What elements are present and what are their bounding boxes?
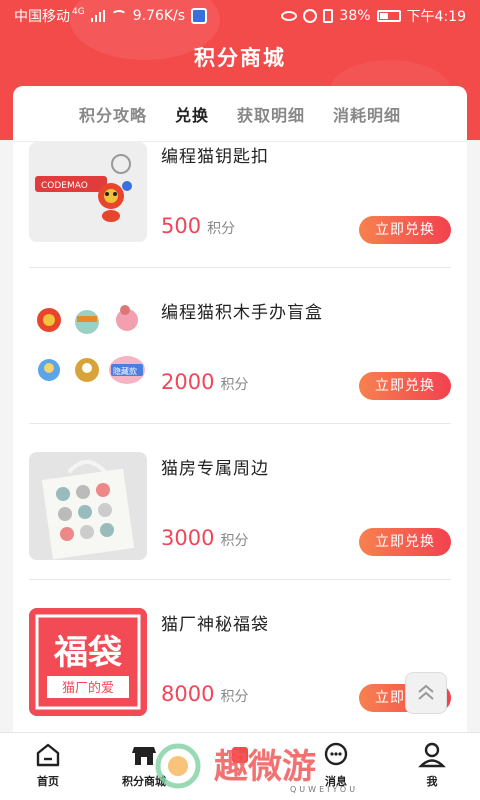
tab-bar: 积分攻略 兑换 获取明细 消耗明细	[13, 86, 467, 142]
product-image-blindbox[interactable]: 隐藏款	[29, 296, 147, 404]
nav-label: 我	[426, 775, 438, 788]
product-price: 3000 积分	[161, 526, 248, 550]
content-card: 积分攻略 兑换 获取明细 消耗明细 CODEMAO 编程猫钥匙扣 500 积分 …	[13, 86, 467, 732]
shield-icon	[191, 8, 208, 24]
price-value: 3000	[161, 526, 215, 550]
center-icon	[232, 747, 248, 763]
wifi-icon	[110, 10, 127, 22]
nav-label: 首页	[37, 775, 59, 788]
hidden-edition-label: 隐藏款	[113, 366, 137, 376]
nav-label: 消息	[325, 775, 347, 788]
list-item: CODEMAO 编程猫钥匙扣 500 积分 立即兑换	[29, 142, 451, 268]
list-item: 隐藏款 编程猫积木手办盲盒 2000 积分 立即兑换	[29, 268, 451, 424]
product-price: 500 积分	[161, 214, 235, 238]
price-unit: 积分	[220, 533, 249, 549]
tab-earn-detail[interactable]: 获取明细	[237, 102, 305, 126]
eye-icon	[281, 11, 298, 21]
message-icon	[324, 742, 348, 766]
tab-guide[interactable]: 积分攻略	[79, 102, 147, 126]
product-price: 2000 积分	[161, 370, 248, 394]
battery-percent: 38%	[339, 8, 371, 24]
product-list[interactable]: CODEMAO 编程猫钥匙扣 500 积分 立即兑换 隐藏款 编程猫积木手办盲盒…	[13, 142, 467, 732]
tab-exchange[interactable]: 兑换	[175, 102, 209, 126]
product-name: 编程猫钥匙扣	[161, 147, 269, 167]
bottom-nav: 首页 积分商城 消息 我	[0, 732, 480, 800]
list-item: 福袋 猫厂的爱 猫厂神秘福袋 8000 积分 立即兑换	[29, 580, 451, 732]
nav-messages[interactable]: 消息	[288, 733, 384, 800]
keychain-strap-text: CODEMAO	[41, 181, 88, 191]
product-image-tote-bag[interactable]	[29, 452, 147, 560]
nav-profile[interactable]: 我	[384, 733, 480, 800]
price-value: 2000	[161, 370, 215, 394]
product-name: 猫厂神秘福袋	[161, 615, 269, 635]
redeem-button[interactable]: 立即兑换	[359, 216, 451, 244]
alarm-icon	[303, 9, 318, 23]
network-type: 4G	[72, 7, 85, 17]
lucky-bag-title: 福袋	[53, 633, 122, 673]
page-title: 积分商城	[194, 46, 286, 70]
nav-home[interactable]: 首页	[0, 733, 96, 800]
redeem-button[interactable]: 立即兑换	[359, 528, 451, 556]
nav-shop[interactable]: 积分商城	[96, 733, 192, 800]
nav-center[interactable]	[192, 733, 288, 800]
price-value: 500	[161, 214, 202, 238]
vibrate-icon	[323, 9, 334, 23]
price-unit: 积分	[207, 221, 236, 237]
redeem-button[interactable]: 立即兑换	[359, 372, 451, 400]
back-to-top-button[interactable]	[405, 672, 447, 714]
shop-icon	[132, 747, 156, 765]
net-speed: 9.76K/s	[132, 8, 186, 24]
signal-icon	[90, 10, 105, 22]
product-name: 猫房专属周边	[161, 459, 269, 479]
price-value: 8000	[161, 682, 215, 706]
double-chevron-up-icon	[418, 684, 434, 700]
clock: 下午4:19	[406, 9, 466, 25]
carrier-label: 中国移动	[14, 9, 70, 25]
user-icon	[418, 742, 446, 768]
home-icon	[36, 743, 60, 767]
product-image-keychain[interactable]: CODEMAO	[29, 142, 147, 242]
price-unit: 积分	[220, 689, 249, 705]
product-name: 编程猫积木手办盲盒	[161, 303, 323, 323]
lucky-bag-subtitle: 猫厂的爱	[62, 680, 114, 696]
tab-spend-detail[interactable]: 消耗明细	[333, 102, 401, 126]
product-image-lucky-bag[interactable]: 福袋 猫厂的爱	[29, 608, 147, 716]
status-bar: 中国移动 4G 9.76K/s 38% 下午4:19	[0, 0, 480, 32]
product-price: 8000 积分	[161, 682, 248, 706]
nav-label: 积分商城	[122, 775, 166, 788]
battery-icon	[376, 10, 401, 22]
list-item: 猫房专属周边 3000 积分 立即兑换	[29, 424, 451, 580]
price-unit: 积分	[220, 377, 249, 393]
